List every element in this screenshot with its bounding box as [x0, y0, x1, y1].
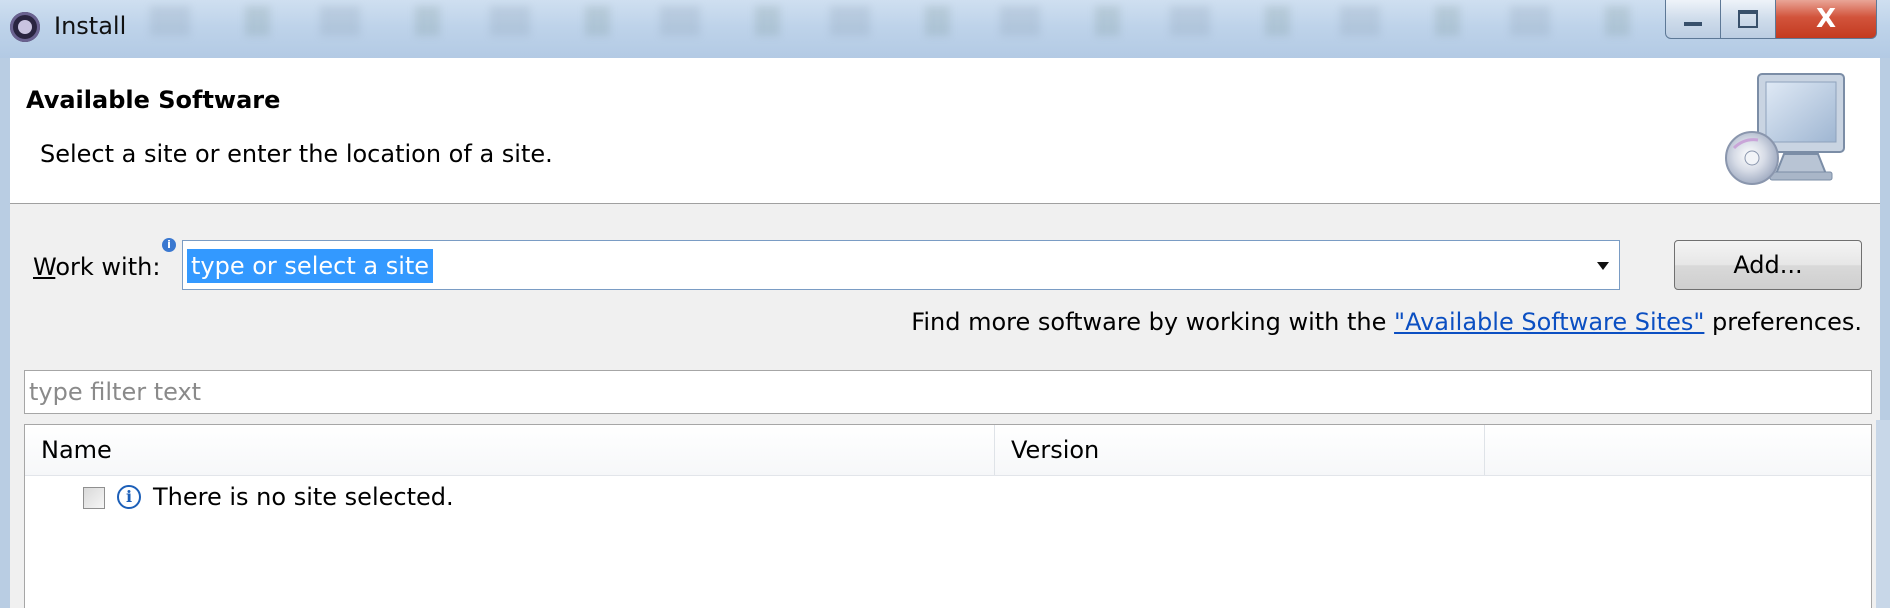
add-site-button[interactable]: Add... — [1674, 240, 1862, 290]
computer-with-cd-icon — [1725, 73, 1845, 185]
wizard-banner: Available Software Select a site or ente… — [10, 58, 1880, 204]
find-more-prefix: Find more software by working with the — [911, 308, 1395, 336]
work-with-label: Work with: — [33, 253, 160, 281]
eclipse-app-icon — [10, 12, 40, 42]
content-assist-info-icon: i — [162, 238, 176, 252]
table-header: Name Version — [25, 425, 1871, 476]
window-edge — [1876, 420, 1890, 608]
close-icon: X — [1815, 4, 1837, 34]
chevron-down-icon[interactable] — [1597, 262, 1609, 270]
work-with-mnemonic: W — [33, 253, 56, 281]
column-header-extra[interactable] — [1485, 425, 1871, 475]
title-bar: Install X — [0, 0, 1890, 58]
column-header-version[interactable]: Version — [995, 425, 1485, 475]
table-row[interactable]: i There is no site selected. — [25, 477, 1871, 521]
maximize-icon — [1738, 10, 1758, 28]
minimize-icon — [1684, 22, 1702, 26]
available-software-sites-link[interactable]: "Available Software Sites" — [1394, 308, 1704, 336]
work-with-label-text: ork with: — [55, 253, 161, 281]
background-blur — [150, 6, 1650, 36]
filter-input[interactable] — [29, 371, 1859, 413]
work-with-input[interactable]: type or select a site — [187, 249, 434, 283]
minimize-button[interactable] — [1665, 0, 1721, 39]
column-header-name[interactable]: Name — [25, 425, 995, 475]
filter-box[interactable] — [24, 370, 1872, 414]
row-checkbox[interactable] — [83, 487, 105, 509]
find-more-software-text: Find more software by working with the "… — [911, 308, 1862, 336]
maximize-button[interactable] — [1720, 0, 1776, 39]
software-table: Name Version i There is no site selected… — [24, 424, 1872, 608]
page-title: Available Software — [26, 86, 281, 114]
info-icon: i — [117, 485, 141, 509]
work-with-combo[interactable]: type or select a site — [182, 240, 1620, 290]
install-dialog: Available Software Select a site or ente… — [10, 58, 1880, 608]
close-button[interactable]: X — [1775, 0, 1877, 39]
row-label: There is no site selected. — [153, 483, 454, 511]
find-more-suffix: preferences. — [1704, 308, 1862, 336]
window-title: Install — [54, 12, 127, 40]
page-description: Select a site or enter the location of a… — [40, 140, 553, 168]
